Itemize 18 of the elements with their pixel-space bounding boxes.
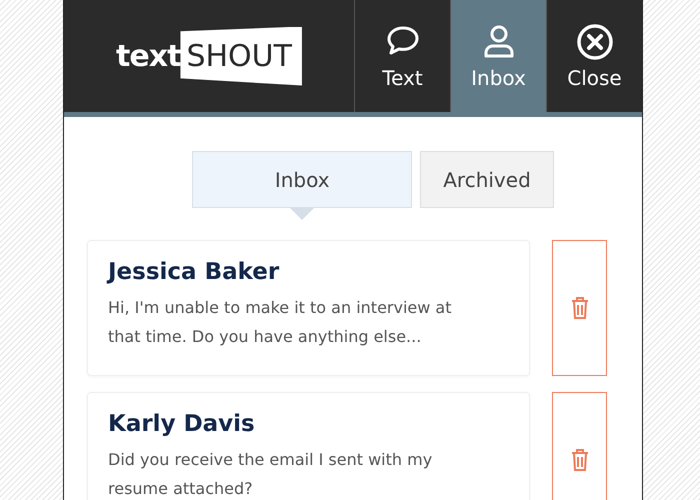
logo-speech-bubble: SHOUT xyxy=(180,26,302,86)
delete-button[interactable] xyxy=(552,240,607,376)
trash-icon xyxy=(570,296,590,320)
trash-icon xyxy=(570,448,590,472)
message-card[interactable]: Karly Davis Did you receive the email I sent with my resume attached? xyxy=(87,392,530,500)
nav-button[interactable]: Close xyxy=(546,0,642,112)
delete-button[interactable] xyxy=(552,392,607,500)
logo-text: text xyxy=(116,38,180,74)
sender-name: Jessica Baker xyxy=(108,259,280,285)
close-icon xyxy=(574,22,614,62)
nav-button[interactable]: Inbox xyxy=(450,0,546,112)
tab[interactable]: Inbox xyxy=(192,151,412,208)
tab[interactable]: Archived xyxy=(420,151,554,208)
sender-name: Karly Davis xyxy=(108,411,256,437)
message-card[interactable]: Jessica Baker Hi, I'm unable to make it to an interview at that time. Do you have anything else... xyxy=(87,240,530,376)
message-preview: Hi, I'm unable to make it to an interview at that time. Do you have anything else... xyxy=(108,297,452,348)
message-preview: Did you receive the email I sent with my resume attached? xyxy=(108,449,434,500)
tab-pointer xyxy=(290,208,314,220)
